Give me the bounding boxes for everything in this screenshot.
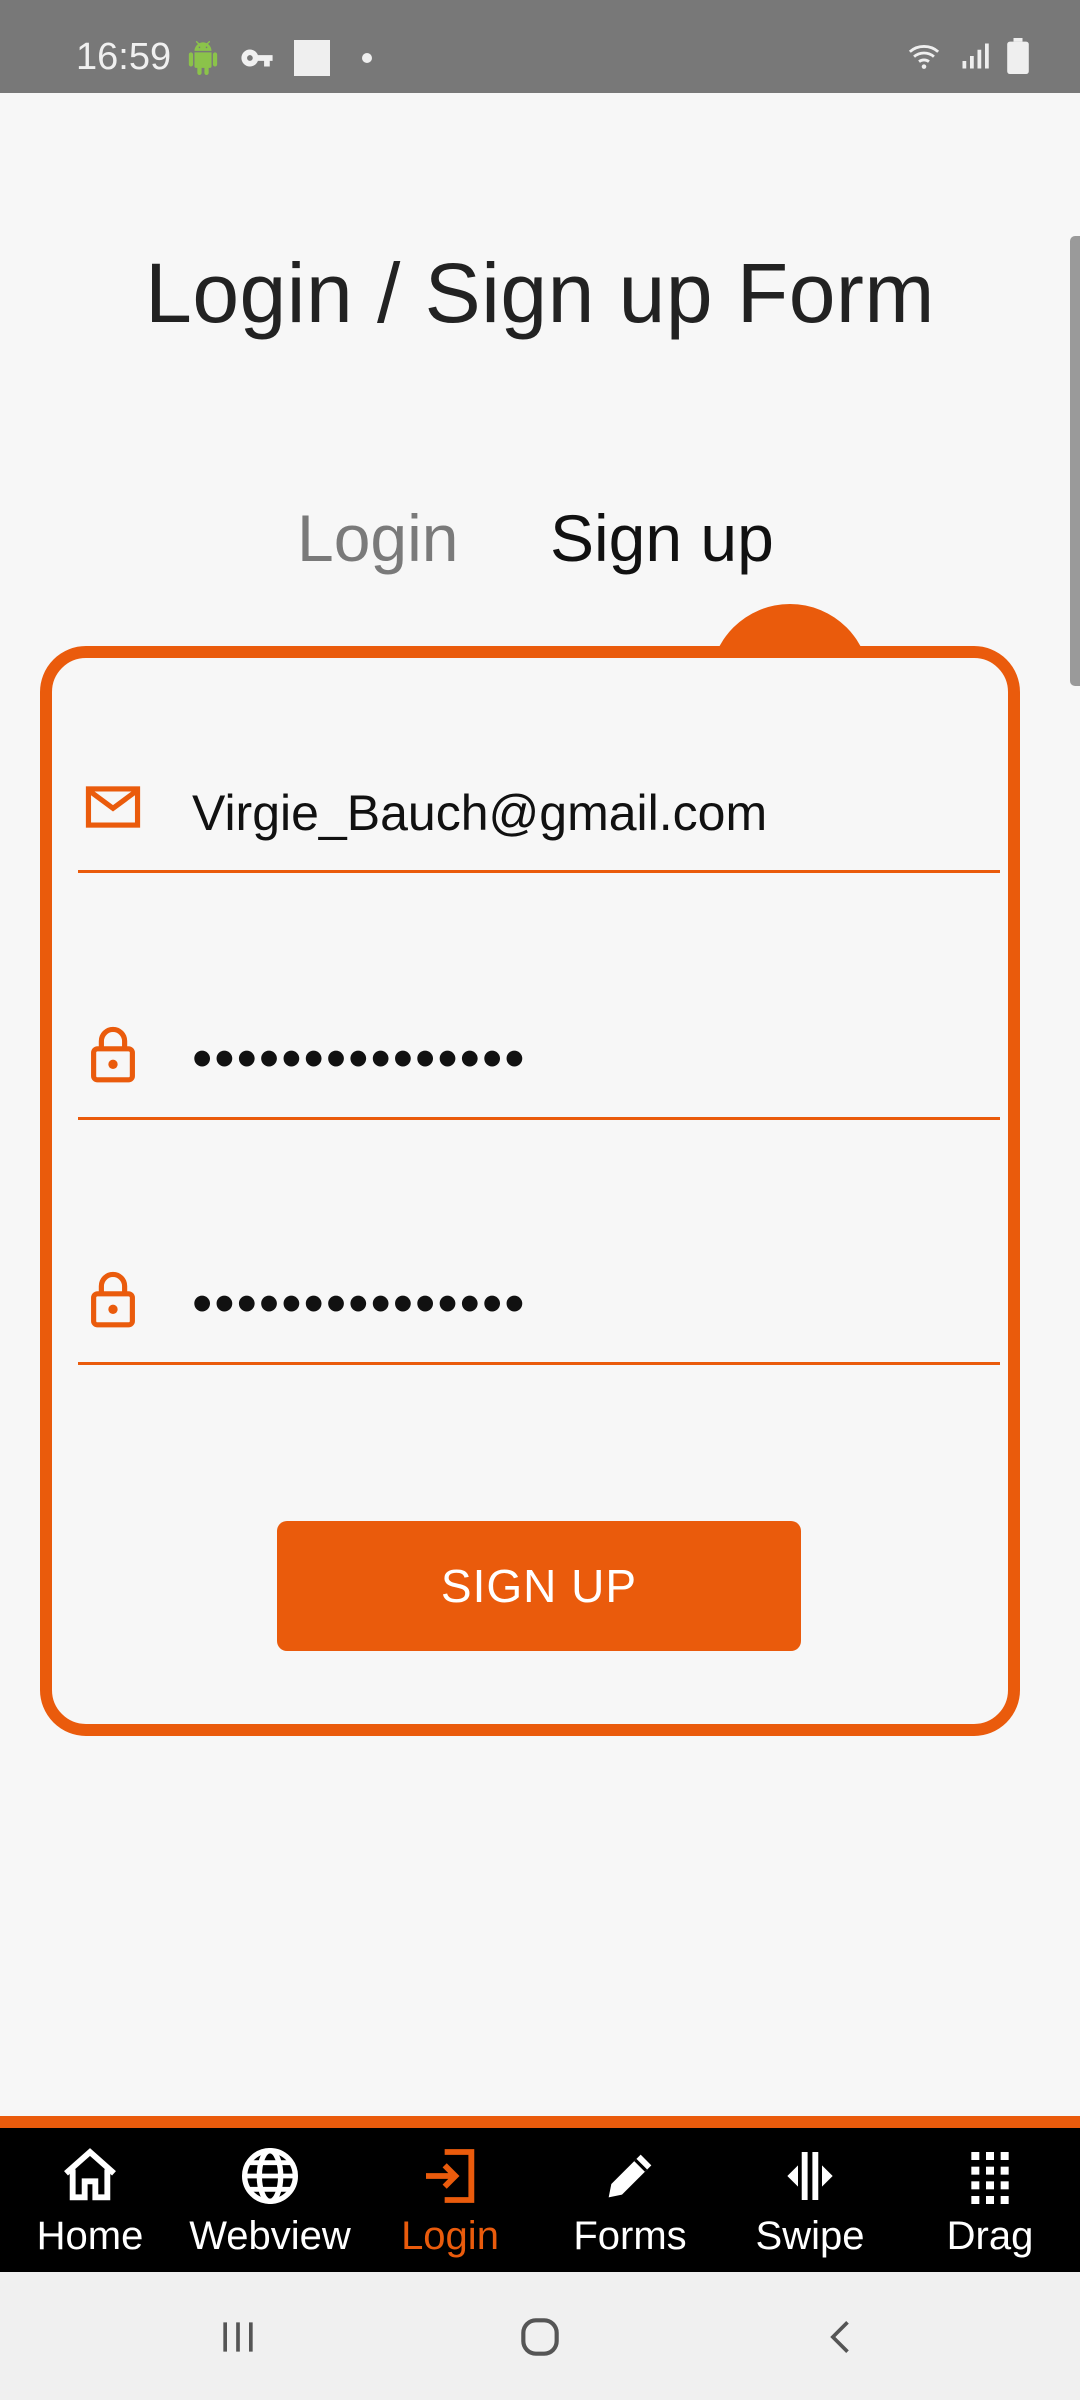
page-title: Login / Sign up Form <box>145 246 935 340</box>
nav-item-login[interactable]: Login <box>360 2138 540 2278</box>
nav-item-webview[interactable]: Webview <box>180 2138 360 2278</box>
nav-item-forms[interactable]: Forms <box>540 2138 720 2278</box>
tab-signup[interactable]: Sign up <box>550 500 774 576</box>
confirm-password-field[interactable]: ••••••••••••••• <box>78 1232 1000 1365</box>
home-icon <box>64 2148 116 2201</box>
recent-apps-button[interactable] <box>198 2302 278 2372</box>
grid-icon <box>971 2152 1009 2204</box>
battery-icon <box>1007 38 1029 74</box>
nav-label-swipe: Swipe <box>755 2214 865 2258</box>
home-button[interactable] <box>500 2302 580 2372</box>
nav-label-webview: Webview <box>189 2214 351 2258</box>
bottom-nav: Home Webview Login Forms Swipe Drag <box>0 2116 1080 2272</box>
status-time: 16:59 <box>76 36 172 78</box>
confirm-password-value[interactable]: ••••••••••••••• <box>192 1270 527 1337</box>
back-icon <box>830 2321 849 2353</box>
status-bar: 16:59 <box>0 0 1080 93</box>
recent-apps-icon <box>223 2322 253 2352</box>
system-nav-bar <box>0 2272 1080 2400</box>
pencil-icon <box>608 2154 652 2198</box>
key-icon <box>241 49 273 67</box>
tab-login[interactable]: Login <box>297 500 459 576</box>
dot-icon <box>362 53 372 63</box>
nav-label-drag: Drag <box>946 2214 1034 2258</box>
back-button[interactable] <box>802 2302 882 2372</box>
globe-icon <box>242 2148 298 2204</box>
lock-icon <box>91 1026 135 1083</box>
nav-label-forms: Forms <box>573 2214 687 2258</box>
nav-label-home: Home <box>36 2214 144 2258</box>
email-value[interactable]: Virgie_Bauch@gmail.com <box>192 784 767 842</box>
home-circle-icon <box>521 2318 559 2356</box>
status-notification-icons <box>186 40 372 76</box>
signup-button[interactable]: SIGN UP <box>277 1521 801 1651</box>
password-field[interactable]: ••••••••••••••• <box>78 987 1000 1120</box>
nav-item-drag[interactable]: Drag <box>900 2138 1080 2278</box>
wifi-icon <box>908 45 940 69</box>
lock-icon <box>91 1271 135 1328</box>
square-icon <box>294 40 330 76</box>
signal-icon <box>962 43 989 69</box>
swipe-icon <box>787 2152 833 2200</box>
android-icon <box>188 41 218 75</box>
email-field[interactable]: Virgie_Bauch@gmail.com <box>78 740 1000 873</box>
login-icon <box>426 2149 475 2203</box>
nav-label-login: Login <box>401 2214 499 2258</box>
nav-item-swipe[interactable]: Swipe <box>720 2138 900 2278</box>
auth-tabs: Login Sign up <box>0 500 1080 590</box>
status-system-icons <box>904 38 1030 74</box>
nav-item-home[interactable]: Home <box>0 2138 180 2278</box>
mail-icon <box>85 786 141 828</box>
password-value[interactable]: ••••••••••••••• <box>192 1025 527 1092</box>
